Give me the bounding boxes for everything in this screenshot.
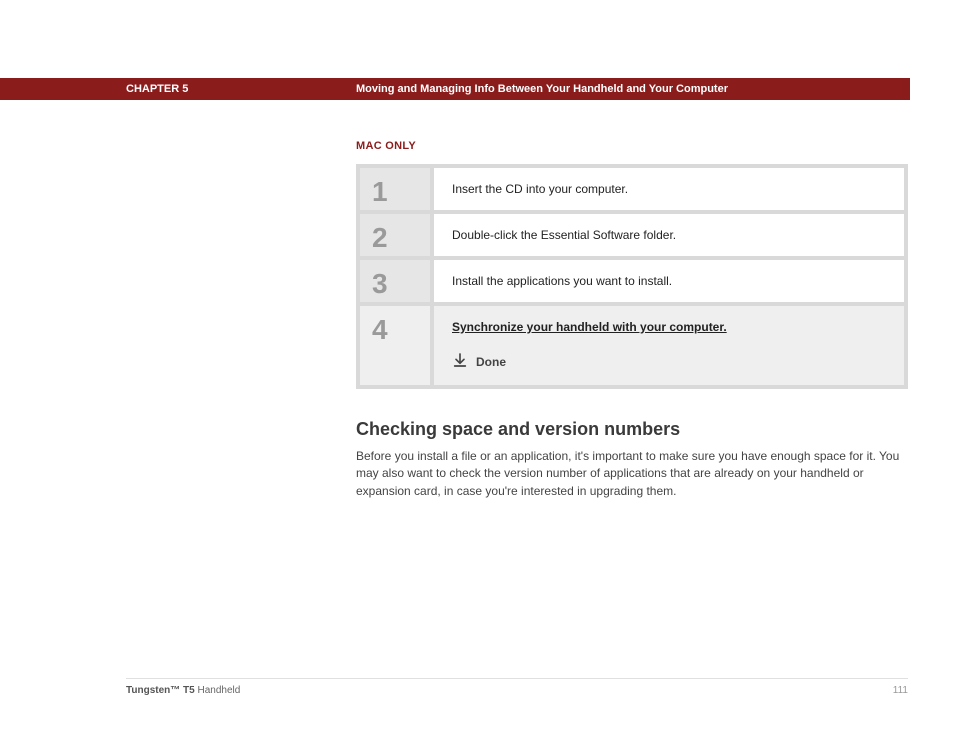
step-row: 3 Install the applications you want to i…	[360, 260, 904, 302]
chapter-header: CHAPTER 5 Moving and Managing Info Betwe…	[0, 78, 910, 100]
chapter-title: Moving and Managing Info Between Your Ha…	[356, 83, 728, 95]
step-row: 2 Double-click the Essential Software fo…	[360, 214, 904, 256]
sync-link[interactable]: Synchronize your handheld with your comp…	[452, 320, 727, 334]
step-text: Install the applications you want to ins…	[434, 260, 904, 302]
steps-container: 1 Insert the CD into your computer. 2 Do…	[356, 164, 908, 389]
platform-label: MAC ONLY	[356, 140, 908, 152]
step-text: Double-click the Essential Software fold…	[434, 214, 904, 256]
page-footer: Tungsten™ T5 Handheld 111	[126, 678, 908, 696]
step-number: 3	[360, 260, 430, 302]
chapter-label: CHAPTER 5	[126, 83, 188, 95]
done-label: Done	[476, 355, 506, 369]
step-row: 1 Insert the CD into your computer.	[360, 168, 904, 210]
page-number: 111	[893, 685, 908, 696]
step-number: 2	[360, 214, 430, 256]
step-row: 4 Synchronize your handheld with your co…	[360, 306, 904, 385]
product-name: Tungsten™ T5 Handheld	[126, 685, 240, 696]
product-name-rest: Handheld	[195, 685, 241, 696]
download-done-icon	[452, 352, 468, 371]
step-number: 1	[360, 168, 430, 210]
section-body: Before you install a file or an applicat…	[356, 448, 908, 500]
step-number: 4	[360, 306, 430, 385]
done-row: Done	[452, 352, 886, 371]
section-heading: Checking space and version numbers	[356, 419, 908, 440]
step-text: Insert the CD into your computer.	[434, 168, 904, 210]
main-content: MAC ONLY 1 Insert the CD into your compu…	[356, 140, 908, 500]
product-name-bold: Tungsten™ T5	[126, 685, 195, 696]
step-body-final: Synchronize your handheld with your comp…	[434, 306, 904, 385]
